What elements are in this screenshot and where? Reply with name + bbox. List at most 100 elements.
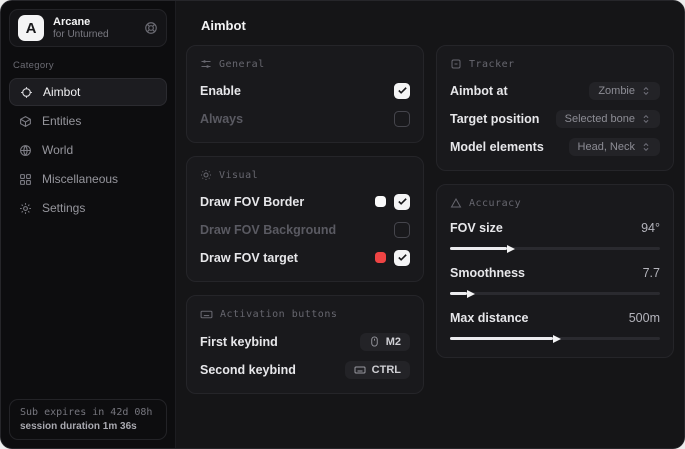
- subscription-status: Sub expires in 42d 08h session duration …: [9, 399, 167, 440]
- section-title: Tracker: [469, 59, 515, 70]
- max-distance-slider[interactable]: [450, 334, 660, 343]
- setting-label: FOV size: [450, 221, 503, 235]
- setting-label: Draw FOV Background: [200, 223, 336, 237]
- setting-row-model-elements: Model elements Head, Neck: [450, 135, 660, 158]
- setting-row-aimbot-at: Aimbot at Zombie: [450, 79, 660, 102]
- fov-size-value: 94°: [641, 221, 660, 235]
- general-section-label: General: [200, 58, 410, 70]
- setting-label: Target position: [450, 112, 539, 126]
- triangle-icon: [450, 197, 462, 209]
- sidebar-item-world[interactable]: World: [9, 136, 167, 164]
- keyboard-icon: [354, 364, 366, 376]
- unfold-icon: [641, 114, 651, 124]
- sidebar-item-miscellaneous[interactable]: Miscellaneous: [9, 165, 167, 193]
- fov-size-slider[interactable]: [450, 244, 660, 253]
- slider-fill: [450, 247, 507, 250]
- slider-row-smoothness: Smoothness 7.7: [450, 263, 660, 298]
- fov-background-checkbox[interactable]: [394, 222, 410, 238]
- cube-icon: [19, 115, 32, 128]
- sidebar-nav: Aimbot Entities World Miscellaneous: [9, 78, 167, 222]
- slider-fill: [450, 292, 467, 295]
- sidebar-item-aimbot[interactable]: Aimbot: [9, 78, 167, 106]
- fov-border-checkbox[interactable]: [394, 194, 410, 210]
- color-swatch-red[interactable]: [375, 252, 386, 263]
- app-header: A Arcane for Unturned: [9, 9, 167, 47]
- section-title: Accuracy: [469, 198, 521, 209]
- crosshair-icon: [20, 86, 33, 99]
- globe-icon: [19, 144, 32, 157]
- smoothness-slider[interactable]: [450, 289, 660, 298]
- app-subtitle: for Unturned: [53, 29, 135, 41]
- scan-icon: [450, 58, 462, 70]
- setting-row-always: Always: [200, 107, 410, 130]
- right-column: Tracker Aimbot at Zombie Target position: [436, 45, 674, 394]
- section-title: General: [219, 59, 265, 70]
- accuracy-card: Accuracy FOV size 94°: [436, 184, 674, 358]
- unfold-icon: [641, 86, 651, 96]
- general-card: General Enable Always: [186, 45, 424, 143]
- sidebar-item-settings[interactable]: Settings: [9, 194, 167, 222]
- select-value: Zombie: [598, 85, 635, 97]
- keybind-value: M2: [386, 336, 401, 348]
- setting-label: First keybind: [200, 335, 278, 349]
- gear-icon: [19, 202, 32, 215]
- smoothness-value: 7.7: [643, 266, 660, 280]
- fov-target-checkbox[interactable]: [394, 250, 410, 266]
- select-value: Selected bone: [565, 113, 635, 125]
- setting-label: Smoothness: [450, 266, 525, 280]
- target-position-select[interactable]: Selected bone: [556, 110, 660, 128]
- sub-expiry-text: Sub expires in 42d 08h: [20, 407, 156, 418]
- accuracy-section-label: Accuracy: [450, 197, 660, 209]
- slider-track: [450, 292, 660, 295]
- setting-label: Model elements: [450, 140, 544, 154]
- lifebuoy-icon[interactable]: [144, 21, 158, 35]
- visual-section-label: Visual: [200, 169, 410, 181]
- slider-thumb[interactable]: [467, 290, 475, 298]
- grid-icon: [19, 173, 32, 186]
- setting-row-fov-target: Draw FOV target: [200, 246, 410, 269]
- setting-row-enable: Enable: [200, 79, 410, 102]
- left-column: General Enable Always: [186, 45, 424, 394]
- setting-row-first-keybind: First keybind M2: [200, 330, 410, 353]
- content: General Enable Always: [176, 44, 685, 406]
- setting-label: Always: [200, 112, 243, 126]
- app-logo: A: [18, 15, 44, 41]
- always-checkbox[interactable]: [394, 111, 410, 127]
- sidebar-item-entities[interactable]: Entities: [9, 107, 167, 135]
- first-keybind-button[interactable]: M2: [360, 333, 410, 351]
- category-label: Category: [13, 60, 167, 71]
- app-name: Arcane: [53, 16, 135, 29]
- sidebar-item-label: Entities: [42, 114, 81, 128]
- model-elements-select[interactable]: Head, Neck: [569, 138, 660, 156]
- setting-row-fov-border: Draw FOV Border: [200, 190, 410, 213]
- main-panel: Aimbot General Enable: [176, 1, 685, 448]
- setting-label: Draw FOV target: [200, 251, 298, 265]
- tracker-card: Tracker Aimbot at Zombie Target position: [436, 45, 674, 171]
- setting-label: Draw FOV Border: [200, 195, 304, 209]
- app-window: A Arcane for Unturned Category Aimbot: [0, 0, 685, 449]
- keybind-value: CTRL: [372, 364, 401, 376]
- aimbot-at-select[interactable]: Zombie: [589, 82, 660, 100]
- second-keybind-button[interactable]: CTRL: [345, 361, 410, 379]
- setting-label: Max distance: [450, 311, 529, 325]
- setting-row-fov-background: Draw FOV Background: [200, 218, 410, 241]
- slider-thumb[interactable]: [507, 245, 515, 253]
- color-swatch-white[interactable]: [375, 196, 386, 207]
- setting-label: Second keybind: [200, 363, 296, 377]
- page-title: Aimbot: [201, 18, 666, 33]
- slider-thumb[interactable]: [553, 335, 561, 343]
- keyboard-icon: [200, 308, 213, 321]
- unfold-icon: [641, 142, 651, 152]
- setting-row-second-keybind: Second keybind CTRL: [200, 358, 410, 381]
- setting-label: Enable: [200, 84, 241, 98]
- sidebar-item-label: Aimbot: [43, 85, 80, 99]
- activation-section-label: Activation buttons: [200, 308, 410, 321]
- slider-row-fov-size: FOV size 94°: [450, 218, 660, 253]
- max-distance-value: 500m: [629, 311, 660, 325]
- sidebar-item-label: World: [42, 143, 73, 157]
- setting-row-target-position: Target position Selected bone: [450, 107, 660, 130]
- enable-checkbox[interactable]: [394, 83, 410, 99]
- slider-fill: [450, 337, 553, 340]
- visual-card: Visual Draw FOV Border Draw FOV Backgrou…: [186, 156, 424, 282]
- sliders-icon: [200, 58, 212, 70]
